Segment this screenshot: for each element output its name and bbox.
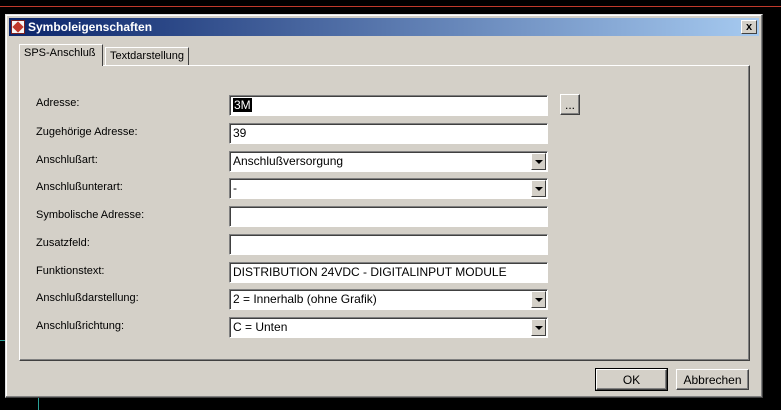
extra-field-input[interactable]	[229, 234, 548, 255]
tab-label: Textdarstellung	[110, 50, 184, 62]
function-text-input[interactable]: DISTRIBUTION 24VDC - DIGITALINPUT MODULE	[229, 262, 548, 283]
connection-type-value: Anschlußversorgung	[233, 154, 344, 168]
dialog-title: Symboleigenschaften	[28, 20, 153, 34]
ok-button[interactable]: OK	[595, 368, 668, 391]
close-icon: x	[745, 20, 753, 33]
function-text-label: Funktionstext:	[36, 265, 105, 277]
address-input[interactable]: 3M	[229, 95, 548, 116]
connection-direction-label: Anschlußrichtung:	[36, 320, 125, 332]
chevron-down-icon[interactable]	[531, 291, 546, 308]
connection-type-label: Anschlußart:	[36, 154, 98, 166]
cancel-label: Abbrechen	[683, 372, 742, 387]
address-label: Adresse:	[36, 97, 80, 109]
connection-direction-select[interactable]: C = Unten	[229, 317, 548, 338]
connection-subtype-value: -	[233, 181, 237, 195]
browse-address-button[interactable]: ...	[560, 94, 580, 115]
cancel-button[interactable]: Abbrechen	[676, 369, 749, 390]
connection-subtype-select[interactable]: -	[229, 178, 548, 199]
connection-subtype-label: Anschlußunterart:	[36, 181, 123, 193]
connection-display-label: Anschlußdarstellung:	[36, 292, 139, 304]
chevron-down-icon[interactable]	[531, 153, 546, 170]
extra-field-label: Zusatzfeld:	[36, 237, 90, 249]
app-icon	[11, 20, 25, 34]
close-button[interactable]: x	[741, 20, 757, 34]
title-bar: Symboleigenschaften x	[9, 18, 759, 36]
connection-direction-value: C = Unten	[233, 320, 288, 334]
connection-display-value: 2 = Innerhalb (ohne Grafik)	[233, 292, 377, 306]
connection-type-select[interactable]: Anschlußversorgung	[229, 151, 548, 172]
browse-label: ...	[564, 97, 575, 112]
chevron-down-icon[interactable]	[531, 319, 546, 336]
background-line-teal	[38, 396, 39, 410]
ok-label: OK	[622, 372, 641, 387]
tab-sps-anschluss[interactable]: SPS-Anschluß	[19, 44, 103, 66]
chevron-down-icon[interactable]	[531, 180, 546, 197]
tab-textdarstellung[interactable]: Textdarstellung	[105, 47, 189, 65]
related-address-label: Zugehörige Adresse:	[36, 126, 138, 138]
background-line-red	[0, 6, 781, 7]
tab-label: SPS-Anschluß	[24, 47, 96, 59]
related-address-input[interactable]: 39	[229, 123, 548, 144]
connection-display-select[interactable]: 2 = Innerhalb (ohne Grafik)	[229, 289, 548, 310]
address-value: 3M	[233, 98, 252, 112]
symbolic-address-input[interactable]	[229, 206, 548, 227]
symbolic-address-label: Symbolische Adresse:	[36, 209, 145, 221]
